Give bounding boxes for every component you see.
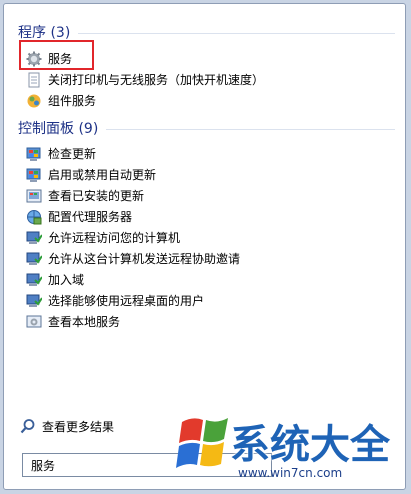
watermark-url: www.win7cn.com — [238, 466, 343, 480]
program-item-label: 关闭打印机与无线服务（加快开机速度） — [48, 73, 265, 87]
program-item-close-printer[interactable]: 关闭打印机与无线服务（加快开机速度） — [26, 70, 393, 89]
program-item-label: 组件服务 — [48, 94, 97, 108]
component-services-icon — [27, 94, 41, 107]
section-divider — [106, 128, 395, 130]
cp-item-remote-assistance[interactable]: 允许从这台计算机发送远程协助邀请 — [26, 249, 393, 268]
section-divider — [78, 32, 395, 34]
cp-item-label: 查看已安装的更新 — [48, 189, 145, 203]
programs-header-label: 程序 (3) — [18, 25, 71, 41]
windows-update-icon — [26, 168, 41, 182]
cp-item-label: 检查更新 — [48, 147, 97, 161]
windows-update-icon — [26, 147, 41, 161]
control-panel-header-label: 控制面板 (9) — [18, 121, 99, 137]
domain-icon — [26, 273, 42, 286]
cp-item-label: 允许远程访问您的计算机 — [48, 231, 181, 245]
cp-item-remote-access[interactable]: 允许远程访问您的计算机 — [26, 228, 393, 247]
document-icon — [28, 72, 40, 87]
program-item-component-services[interactable]: 组件服务 — [26, 91, 393, 110]
cp-item-local-services[interactable]: 查看本地服务 — [26, 312, 393, 331]
control-panel-section-header[interactable]: 控制面板 (9) — [18, 118, 395, 138]
cp-item-label: 允许从这台计算机发送远程协助邀请 — [48, 252, 241, 266]
cp-item-installed-updates[interactable]: 查看已安装的更新 — [26, 186, 393, 205]
cp-item-check-updates[interactable]: 检查更新 — [26, 144, 393, 163]
cp-item-auto-update[interactable]: 启用或禁用自动更新 — [26, 165, 393, 184]
windows-logo-icon — [176, 418, 228, 468]
watermark-title: 系统大全 — [230, 422, 390, 468]
cp-item-join-domain[interactable]: 加入域 — [26, 270, 393, 289]
watermark-logo: 系统大全 www.win7cn.com — [176, 408, 406, 492]
highlight-box — [19, 40, 94, 70]
search-input-value: 服务 — [31, 459, 56, 473]
cp-item-label: 选择能够使用远程桌面的用户 — [48, 294, 205, 308]
cp-item-proxy-server[interactable]: 配置代理服务器 — [26, 207, 393, 226]
cp-item-remote-desktop-users[interactable]: 选择能够使用远程桌面的用户 — [26, 291, 393, 310]
cp-item-label: 查看本地服务 — [48, 315, 121, 329]
cp-item-label: 配置代理服务器 — [48, 210, 133, 224]
remote-desktop-icon — [26, 294, 42, 307]
remote-assistance-icon — [26, 252, 42, 265]
see-more-results-link[interactable]: 查看更多结果 — [20, 417, 114, 435]
remote-access-icon — [26, 231, 42, 244]
search-icon — [20, 419, 35, 434]
cp-item-label: 启用或禁用自动更新 — [48, 168, 157, 182]
cp-item-label: 加入域 — [48, 273, 85, 287]
see-more-results-label: 查看更多结果 — [42, 419, 115, 434]
proxy-icon — [27, 209, 42, 224]
programs-section-header[interactable]: 程序 (3) — [18, 22, 395, 42]
installed-updates-icon — [26, 189, 42, 202]
local-services-icon — [26, 315, 42, 327]
